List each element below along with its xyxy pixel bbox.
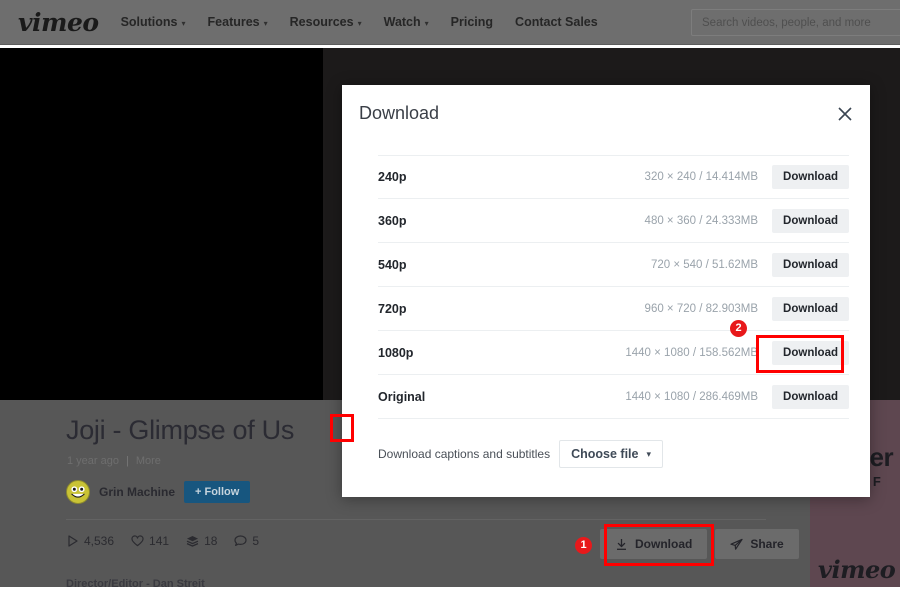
file-size-label: 720 × 540 / 51.62MB	[558, 259, 772, 271]
choose-file-dropdown[interactable]: Choose file ▾	[559, 440, 663, 468]
nav-item-features[interactable]: Features ▾	[208, 15, 268, 29]
comment-icon	[234, 535, 247, 547]
video-credit: Director/Editor - Dan Streit	[66, 578, 205, 590]
meta-separator: |	[126, 455, 129, 467]
page-share-button[interactable]: Share	[715, 529, 798, 559]
table-row: 720p 960 × 720 / 82.903MB Download	[378, 287, 849, 331]
file-size-label: 320 × 240 / 14.414MB	[558, 171, 772, 183]
video-player[interactable]	[0, 48, 323, 400]
nav-item-watch[interactable]: Watch ▾	[384, 15, 429, 29]
annotation-badge-1: 1	[575, 537, 592, 554]
nav-item-label: Resources	[290, 15, 354, 29]
nav-item-pricing[interactable]: Pricing	[451, 15, 493, 29]
site-header: vimeo Solutions ▾ Features ▾ Resources ▾…	[0, 0, 900, 45]
video-stats: 4,536 141 18 5	[67, 534, 259, 548]
quality-label: 240p	[378, 170, 558, 184]
file-size-label: 960 × 720 / 82.903MB	[558, 303, 772, 315]
modal-540p-download-button[interactable]: Download	[772, 253, 849, 277]
modal-original-download-button[interactable]: Download	[772, 385, 849, 409]
file-size-label: 1440 × 1080 / 286.469MB	[558, 391, 772, 403]
chevron-down-icon: ▾	[646, 449, 651, 460]
more-link[interactable]: More	[136, 455, 161, 467]
share-icon	[730, 538, 743, 551]
captions-label: Download captions and subtitles	[378, 447, 550, 461]
upload-date: 1 year ago	[67, 455, 119, 467]
stat-value: 5	[252, 534, 259, 548]
nav-item-resources[interactable]: Resources ▾	[290, 15, 362, 29]
quality-label: 720p	[378, 302, 558, 316]
quality-label: 540p	[378, 258, 558, 272]
nav-item-label: Pricing	[451, 15, 493, 29]
video-meta: 1 year ago | More	[67, 455, 161, 467]
modal-title: Download	[359, 103, 439, 124]
nav-item-contact-sales[interactable]: Contact Sales	[515, 15, 598, 29]
close-icon[interactable]	[836, 105, 854, 123]
modal-1080p-download-button[interactable]: Download	[772, 341, 849, 365]
table-row: 360p 480 × 360 / 24.333MB Download	[378, 199, 849, 243]
quality-label: Original	[378, 390, 558, 404]
nav-item-solutions[interactable]: Solutions ▾	[121, 15, 186, 29]
download-options-list: 240p 320 × 240 / 14.414MB Download 360p …	[378, 155, 849, 419]
divider	[66, 519, 766, 520]
page-download-button[interactable]: Download	[600, 529, 707, 559]
heart-icon	[131, 535, 144, 547]
uploader-name[interactable]: Grin Machine	[99, 485, 175, 499]
modal-360p-download-button[interactable]: Download	[772, 209, 849, 233]
uploader-row: Grin Machine + Follow	[66, 480, 250, 504]
chevron-down-icon: ▾	[425, 19, 429, 28]
table-row: 1080p 1440 × 1080 / 158.562MB Download	[378, 331, 849, 375]
table-row: Original 1440 × 1080 / 286.469MB Downloa…	[378, 375, 849, 419]
download-modal: Download 240p 320 × 240 / 14.414MB Downl…	[342, 85, 870, 497]
file-size-label: 1440 × 1080 / 158.562MB	[558, 347, 772, 359]
modal-240p-download-button[interactable]: Download	[772, 165, 849, 189]
file-size-label: 480 × 360 / 24.333MB	[558, 215, 772, 227]
nav-item-label: Solutions	[121, 15, 178, 29]
action-label: Share	[750, 537, 783, 551]
follow-button[interactable]: + Follow	[184, 481, 250, 503]
stat-comments: 5	[234, 534, 259, 548]
quality-label: 1080p	[378, 346, 558, 360]
stat-value: 4,536	[84, 534, 114, 548]
chevron-down-icon: ▾	[264, 19, 268, 28]
vimeo-logo[interactable]: vimeo	[18, 8, 99, 37]
nav-item-label: Watch	[384, 15, 421, 29]
captions-row: Download captions and subtitles Choose f…	[378, 440, 663, 468]
stat-value: 141	[149, 534, 169, 548]
search-placeholder: Search videos, people, and more	[702, 17, 871, 29]
smiley-face-icon	[67, 481, 89, 503]
chevron-down-icon: ▾	[358, 19, 362, 28]
stat-plays: 4,536	[67, 534, 114, 548]
stat-likes: 141	[131, 534, 169, 548]
page-title: Joji - Glimpse of Us	[66, 415, 294, 446]
action-label: Download	[635, 537, 692, 551]
download-icon	[615, 538, 628, 551]
search-input[interactable]: Search videos, people, and more	[691, 9, 900, 36]
annotation-badge-2: 2	[730, 320, 747, 337]
stat-collections: 18	[186, 534, 217, 548]
quality-label: 360p	[378, 214, 558, 228]
stat-value: 18	[204, 534, 217, 548]
collection-icon	[186, 535, 199, 547]
nav-item-label: Contact Sales	[515, 15, 598, 29]
table-row: 540p 720 × 540 / 51.62MB Download	[378, 243, 849, 287]
video-action-buttons: Download Share	[600, 529, 799, 559]
choose-file-label: Choose file	[571, 447, 638, 461]
modal-720p-download-button[interactable]: Download	[772, 297, 849, 321]
table-row: 240p 320 × 240 / 14.414MB Download	[378, 155, 849, 199]
ad-vimeo-logo: vimeo	[818, 555, 895, 584]
avatar[interactable]	[66, 480, 90, 504]
nav-item-label: Features	[208, 15, 260, 29]
play-icon	[67, 535, 79, 547]
chevron-down-icon: ▾	[182, 19, 186, 28]
